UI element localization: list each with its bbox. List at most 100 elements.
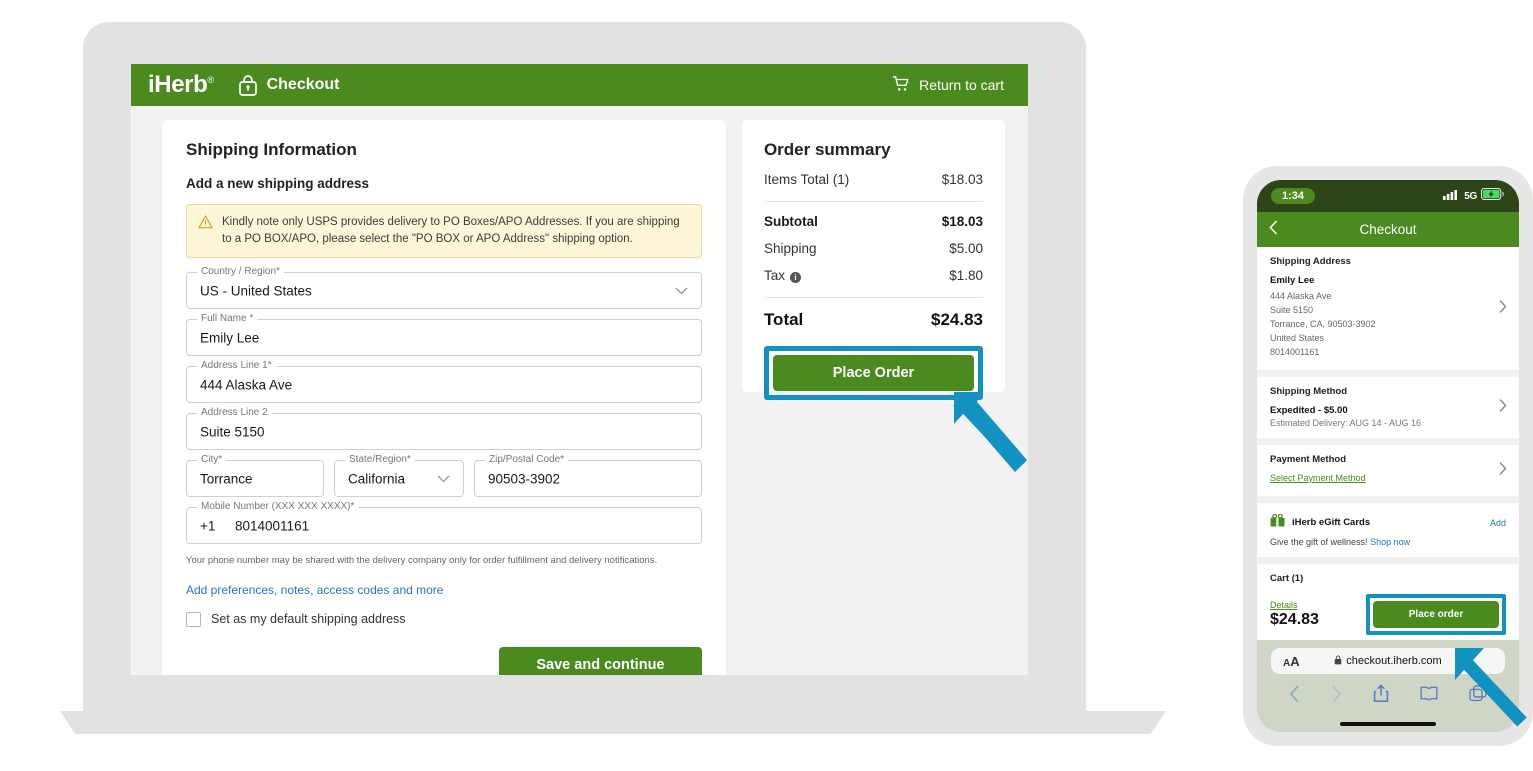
country-region-label: Country / Region* (197, 266, 284, 278)
city-value: Torrance (200, 471, 253, 487)
default-address-checkbox-row[interactable]: Set as my default shipping address (186, 611, 702, 627)
full-name-input[interactable]: Full Name * Emily Lee (186, 313, 702, 357)
address-line-2-label: Address Line 2 (197, 407, 272, 419)
address-line-1-input[interactable]: Address Line 1* 444 Alaska Ave (186, 360, 702, 404)
signal-bars-icon (1443, 187, 1460, 205)
usps-warning-text: Kindly note only USPS provides delivery … (222, 216, 680, 245)
city-label: City* (197, 454, 227, 466)
full-name-value: Emily Lee (200, 330, 260, 346)
battery-charging-icon (1481, 187, 1505, 205)
phone-shipping-method-section[interactable]: Shipping Method Expedited - $5.00 Estima… (1257, 369, 1519, 438)
phone-cart-title: Cart (1) (1270, 572, 1304, 584)
address-line-2-value: Suite 5150 (200, 424, 265, 440)
chevron-left-icon[interactable] (1269, 220, 1278, 239)
total-label: Total (763, 310, 804, 329)
book-icon[interactable] (1420, 686, 1438, 706)
cart-details-link[interactable]: Details (1270, 600, 1319, 610)
checkout-body: Shipping Information Add a new shipping … (131, 106, 1028, 675)
desktop-browser-viewport: iHerb® Checkout Return to cart Shipping … (131, 64, 1028, 675)
default-address-label: Set as my default shipping address (211, 612, 406, 627)
warning-triangle-icon (198, 214, 213, 247)
chevron-right-icon[interactable] (1499, 399, 1507, 416)
tax-value: $1.80 (949, 268, 983, 283)
full-name-label: Full Name * (197, 313, 258, 325)
usps-warning-banner: Kindly note only USPS provides delivery … (186, 204, 702, 259)
chevron-left-icon[interactable] (1289, 684, 1300, 708)
total-row: Total $24.83 (764, 310, 983, 330)
gift-card-subtitle-text: Give the gift of wellness! (1270, 536, 1368, 547)
country-region-value: US - United States (200, 283, 312, 299)
phone-shipping-option: Expedited - $5.00 (1270, 404, 1348, 416)
mobile-number-input[interactable]: Mobile Number (XXX XXX XXXX)* +1 8014001… (186, 501, 702, 545)
add-preferences-link[interactable]: Add preferences, notes, access codes and… (186, 583, 443, 597)
status-indicators: 5G (1443, 187, 1505, 205)
status-time: 1:34 (1271, 188, 1316, 204)
address-line-1-label: Address Line 1* (197, 360, 276, 372)
save-continue-row: Save and continue (186, 646, 702, 675)
address-line: Suite 5150 (1270, 304, 1314, 315)
address-line: United States (1270, 332, 1325, 343)
info-icon[interactable]: i (789, 272, 801, 283)
shipping-information-heading: Shipping Information (186, 140, 357, 159)
address-line: 444 Alaska Ave (1270, 291, 1332, 301)
chevron-right-icon[interactable] (1499, 462, 1507, 479)
state-region-label: State/Region* (345, 454, 415, 466)
text-size-aa-button[interactable]: AA (1283, 654, 1300, 669)
default-address-checkbox[interactable] (186, 611, 201, 627)
phone-shipping-address-section[interactable]: Shipping Address Emily Lee 444 Alaska Av… (1257, 247, 1519, 370)
order-summary-heading: Order summary (763, 140, 891, 159)
chevron-right-icon[interactable] (1499, 300, 1507, 317)
registered-mark: ® (207, 75, 214, 85)
home-indicator (1340, 722, 1436, 726)
phone-checkout-content: Shipping Address Emily Lee 444 Alaska Av… (1257, 247, 1519, 647)
gift-card-add-link[interactable]: Add (1490, 518, 1506, 528)
add-new-address-subheading: Add a new shipping address (186, 176, 370, 191)
screenshot-stage: iHerb® Checkout Return to cart Shipping … (0, 0, 1533, 771)
return-to-cart-button[interactable]: Return to cart (892, 75, 1004, 96)
phone-delivery-estimate: Estimated Delivery: AUG 14 - AUG 16 (1270, 417, 1422, 428)
place-order-button[interactable]: Place Order (772, 355, 974, 391)
zip-postal-code-input[interactable]: Zip/Postal Code* 90503-3902 (474, 454, 702, 498)
state-region-select[interactable]: State/Region* California (334, 454, 464, 498)
site-header: iHerb® Checkout Return to cart (131, 64, 1028, 106)
address-line: Torrance, CA, 90503-3902 (1270, 318, 1376, 329)
pointer-arrow-icon-desktop (951, 388, 1031, 483)
country-region-select[interactable]: Country / Region* US - United States (186, 266, 702, 310)
shopping-cart-icon (892, 75, 910, 96)
phone-page-title: Checkout (1359, 222, 1417, 237)
phone-recipient-name: Emily Lee (1270, 275, 1315, 286)
mobile-country-prefix: +1 (200, 518, 216, 534)
chevron-down-icon (437, 470, 450, 488)
select-payment-method-link[interactable]: Select Payment Method (1270, 473, 1366, 483)
save-and-continue-button[interactable]: Save and continue (498, 646, 702, 675)
items-total-value: $18.03 (941, 172, 983, 187)
phone-address-lines: 444 Alaska Ave Suite 5150 Torrance, CA, … (1270, 290, 1506, 360)
mobile-number-label: Mobile Number (XXX XXX XXXX)* (197, 501, 359, 513)
zip-postal-code-value: 90503-3902 (488, 471, 561, 487)
cart-total-price: $24.83 (1270, 610, 1319, 628)
tax-row: Tax i $1.80 (764, 268, 983, 283)
city-input[interactable]: City* Torrance (186, 454, 324, 498)
chevron-right-icon[interactable] (1331, 684, 1342, 708)
phone-cart-section: Cart (1) (1257, 556, 1519, 586)
phone-payment-method-section[interactable]: Payment Method Select Payment Method (1257, 437, 1519, 496)
share-icon[interactable] (1373, 684, 1389, 708)
iherb-logo[interactable]: iHerb® (148, 71, 214, 99)
address-line-2-input[interactable]: Address Line 2 Suite 5150 (186, 407, 702, 451)
laptop-base (60, 711, 1166, 734)
phone-place-order-button[interactable]: Place order (1373, 600, 1499, 628)
safari-url-text: checkout.iherb.com (1346, 655, 1442, 667)
phone-app-header: Checkout (1257, 212, 1519, 247)
phone-place-order-highlight: Place order (1366, 593, 1506, 635)
phone-gift-cards-section[interactable]: iHerb eGift Cards Add Give the gift of w… (1257, 495, 1519, 557)
summary-divider-1 (763, 201, 983, 202)
network-type-label: 5G (1464, 190, 1477, 202)
gift-card-subtitle: Give the gift of wellness! Shop now (1270, 537, 1506, 547)
gift-card-icon (1270, 513, 1285, 532)
phone-cart-action-bar: Details $24.83 Place order (1257, 585, 1519, 647)
subtotal-row: Subtotal $18.03 (764, 214, 983, 229)
total-value: $24.83 (931, 310, 983, 329)
gift-card-shop-now-link[interactable]: Shop now (1370, 537, 1410, 547)
tax-label-group: Tax i (764, 268, 801, 283)
tax-label: Tax (763, 268, 785, 283)
